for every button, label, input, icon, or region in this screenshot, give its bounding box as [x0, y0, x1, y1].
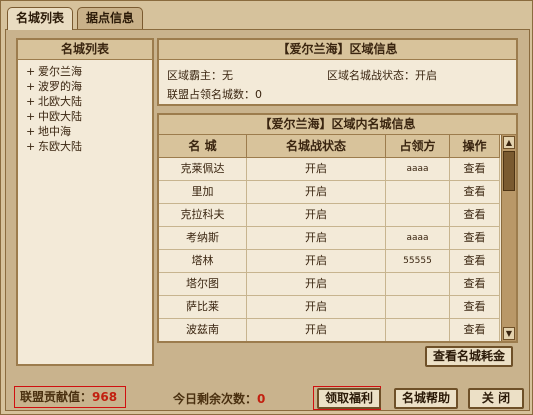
table-row: 萨比莱 开启 查看 [159, 296, 500, 319]
city-owner [386, 273, 450, 295]
city-owner: aaaa [386, 158, 450, 180]
region-item-eastern-europe[interactable]: + 东欧大陆 [26, 139, 152, 154]
expand-icon: + [26, 125, 36, 138]
city-war-status: 开启 [247, 204, 386, 226]
region-info-panel: 【爱尔兰海】区域信息 区域霸主：无 区域名城战状态：开启 联盟占领名城数：0 [157, 38, 518, 106]
region-list: + 爱尔兰海 + 波罗的海 + 北欧大陆 + 中欧大陆 + 地中海 + 东欧大陆 [18, 60, 152, 154]
remaining-attempts: 今日剩余次数：0 [173, 390, 265, 407]
city-name: 里加 [159, 181, 247, 203]
view-city-button[interactable]: 查看 [450, 204, 500, 226]
expand-icon: + [26, 95, 36, 108]
city-table-body: 克莱佩达 开启 aaaa 查看 里加 开启 查看 克拉科夫 开启 查看 考纳斯 … [159, 158, 500, 341]
region-list-panel: 名城列表 + 爱尔兰海 + 波罗的海 + 北欧大陆 + 中欧大陆 + 地中海 + 东欧大陆 [16, 38, 154, 366]
city-war-status: 开启 [247, 158, 386, 180]
tab-city-list[interactable]: 名城列表 [7, 7, 74, 30]
city-name: 克莱佩达 [159, 158, 247, 180]
city-help-button[interactable]: 名城帮助 [394, 388, 459, 409]
city-war-status: 开启 [247, 227, 386, 249]
region-item-baltic-sea[interactable]: + 波罗的海 [26, 79, 152, 94]
alliance-city-count: 联盟占领名城数：0 [167, 88, 262, 101]
column-header-owner: 占领方 [386, 135, 450, 157]
expand-icon: + [26, 80, 36, 93]
city-owner [386, 181, 450, 203]
column-header-war-status: 名城战状态 [247, 135, 386, 157]
contribution-label: 联盟贡献值： [20, 390, 93, 404]
city-table-scrollbar[interactable]: ▲ ▼ [501, 135, 516, 341]
city-war-status: 开启 [247, 319, 386, 341]
scroll-down-icon[interactable]: ▼ [503, 327, 515, 340]
remaining-value: 0 [257, 392, 266, 406]
city-table-header: 名 城 名城战状态 占领方 操作 [159, 135, 500, 158]
table-row: 塔尔图 开启 查看 [159, 273, 500, 296]
expand-icon: + [26, 140, 36, 153]
scroll-thumb[interactable] [503, 151, 515, 191]
main-content: 名城列表 + 爱尔兰海 + 波罗的海 + 北欧大陆 + 中欧大陆 + 地中海 + 东欧大陆 … [5, 29, 530, 411]
city-owner [386, 204, 450, 226]
city-war-status: 开启 [247, 273, 386, 295]
remaining-label: 今日剩余次数： [173, 392, 258, 406]
region-item-label: 爱尔兰海 [38, 65, 82, 78]
region-overlord: 区域霸主：无 [167, 69, 233, 82]
city-name: 考纳斯 [159, 227, 247, 249]
city-list-window: 据点信息 名城列表 名城列表 + 爱尔兰海 + 波罗的海 + 北欧大陆 + 中欧大陆 +… [0, 0, 533, 415]
region-item-irish-sea[interactable]: + 爱尔兰海 [26, 64, 152, 79]
region-list-title: 名城列表 [18, 40, 152, 60]
city-war-status: 开启 [247, 250, 386, 272]
view-city-cost-button[interactable]: 查看名城耗金 [425, 346, 514, 367]
view-city-button[interactable]: 查看 [450, 158, 500, 180]
alliance-contribution: 联盟贡献值：968 [14, 386, 126, 408]
region-war-status: 区域名城战状态：开启 [327, 69, 437, 82]
column-header-city: 名 城 [159, 135, 247, 157]
city-owner [386, 296, 450, 318]
view-city-button[interactable]: 查看 [450, 227, 500, 249]
region-info-title: 【爱尔兰海】区域信息 [159, 40, 516, 60]
table-row: 克莱佩达 开启 aaaa 查看 [159, 158, 500, 181]
city-owner: aaaa [386, 227, 450, 249]
expand-icon: + [26, 110, 36, 123]
table-row: 塔林 开启 55555 查看 [159, 250, 500, 273]
claim-welfare-button[interactable]: 领取福利 [317, 388, 382, 409]
city-name: 塔尔图 [159, 273, 247, 295]
city-owner: 55555 [386, 250, 450, 272]
city-war-status: 开启 [247, 296, 386, 318]
region-item-northern-europe[interactable]: + 北欧大陆 [26, 94, 152, 109]
city-war-status: 开启 [247, 181, 386, 203]
region-item-label: 北欧大陆 [38, 95, 82, 108]
scroll-up-icon[interactable]: ▲ [503, 136, 515, 149]
table-row: 里加 开启 查看 [159, 181, 500, 204]
region-item-label: 波罗的海 [38, 80, 82, 93]
table-row: 波兹南 开启 查看 [159, 319, 500, 341]
region-item-label: 地中海 [38, 125, 71, 138]
region-item-mediterranean[interactable]: + 地中海 [26, 124, 152, 139]
city-name: 克拉科夫 [159, 204, 247, 226]
view-city-button[interactable]: 查看 [450, 273, 500, 295]
city-name: 波兹南 [159, 319, 247, 341]
tab-stronghold-info[interactable]: 据点信息 [77, 7, 144, 29]
contribution-value: 968 [92, 390, 118, 404]
view-city-button[interactable]: 查看 [450, 181, 500, 203]
city-table-title: 【爱尔兰海】区域内名城信息 [159, 115, 516, 135]
view-city-button[interactable]: 查看 [450, 296, 500, 318]
region-item-central-europe[interactable]: + 中欧大陆 [26, 109, 152, 124]
table-row: 考纳斯 开启 aaaa 查看 [159, 227, 500, 250]
table-row: 克拉科夫 开启 查看 [159, 204, 500, 227]
column-header-action: 操作 [450, 135, 500, 157]
city-table-panel: 【爱尔兰海】区域内名城信息 名 城 名城战状态 占领方 操作 克莱佩达 开启 a… [157, 113, 518, 343]
view-city-button[interactable]: 查看 [450, 250, 500, 272]
close-button[interactable]: 关 闭 [468, 388, 524, 409]
city-name: 萨比莱 [159, 296, 247, 318]
city-name: 塔林 [159, 250, 247, 272]
view-city-button[interactable]: 查看 [450, 319, 500, 341]
region-item-label: 东欧大陆 [38, 140, 82, 153]
region-item-label: 中欧大陆 [38, 110, 82, 123]
city-owner [386, 319, 450, 341]
expand-icon: + [26, 65, 36, 78]
